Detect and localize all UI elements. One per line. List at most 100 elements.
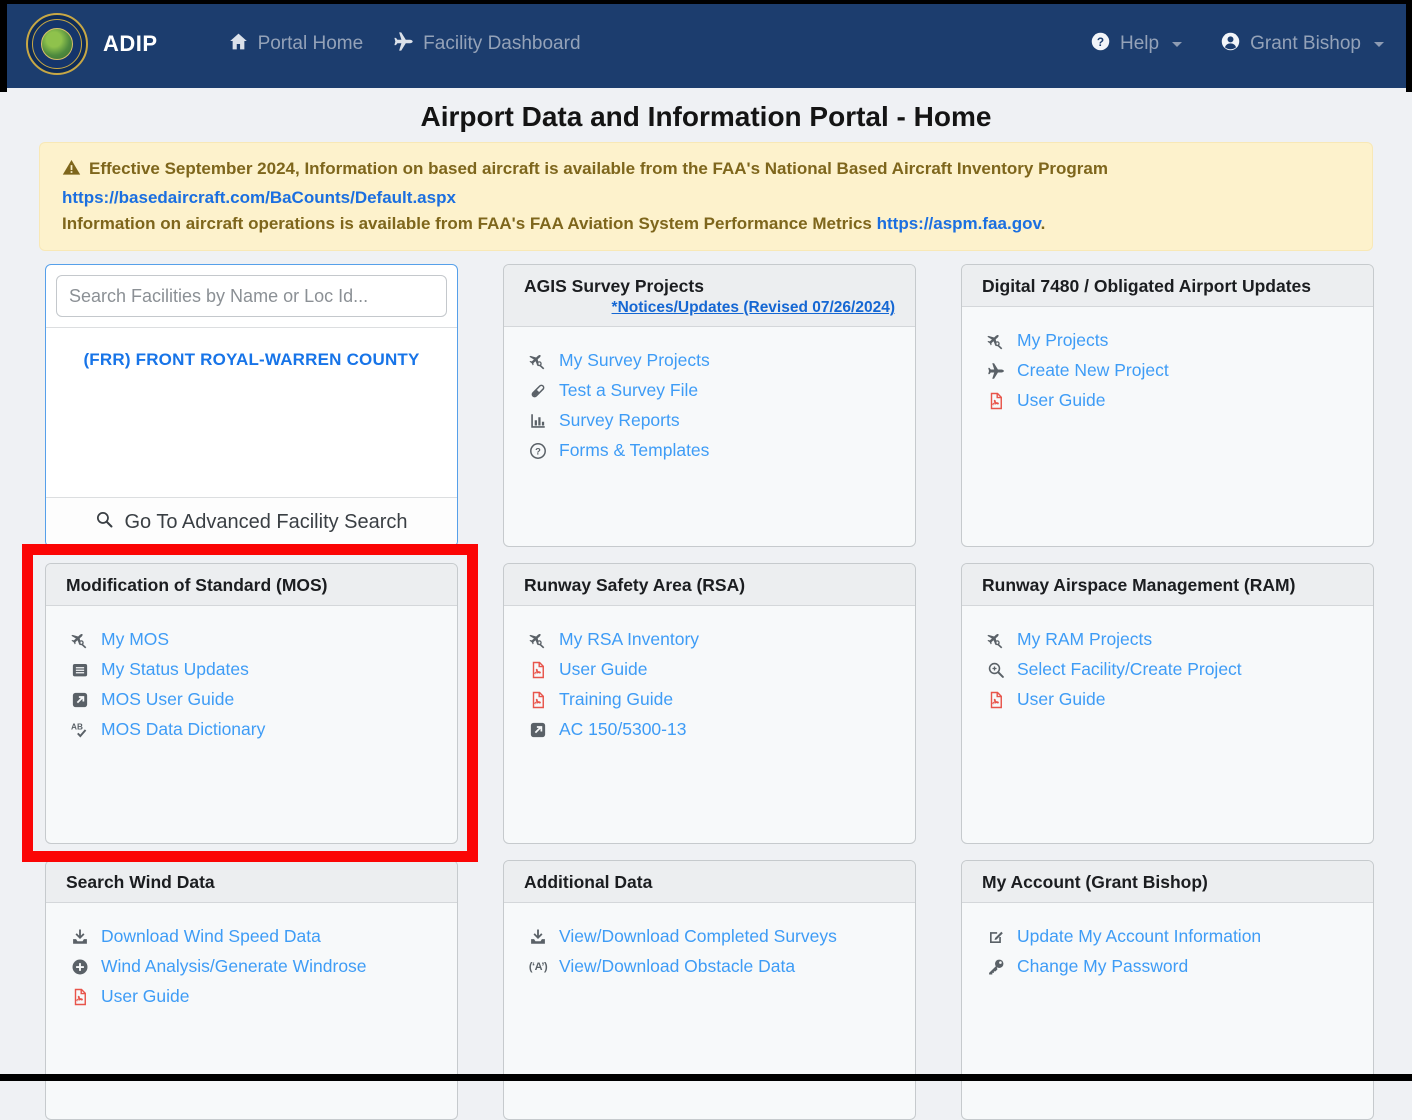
alert-banner: Effective September 2024, Information on…: [39, 142, 1373, 251]
nav-portal-home[interactable]: Portal Home: [228, 31, 364, 58]
plane-icon: [393, 31, 414, 58]
svg-text:AB: AB: [71, 722, 83, 731]
help-circle-icon: ?: [1090, 31, 1111, 58]
chevron-down-icon: [1172, 41, 1183, 52]
pdf-icon: [984, 691, 1008, 709]
alert-line-1: Effective September 2024, Information on…: [62, 156, 1350, 185]
card-title: Additional Data: [504, 861, 915, 903]
card-link[interactable]: My RSA Inventory: [559, 629, 699, 650]
card-search-wind-data: Search Wind Data Download Wind Speed Dat…: [45, 860, 458, 1120]
card-link-item: Change My Password: [984, 956, 1357, 977]
card-link[interactable]: My Status Updates: [101, 659, 249, 680]
card-link-item: My Projects: [984, 330, 1357, 351]
card-link-item: Create New Project: [984, 360, 1357, 381]
alert-line-2: https://basedaircraft.com/BaCounts/Defau…: [62, 185, 1350, 211]
card-link[interactable]: Change My Password: [1017, 956, 1188, 977]
svg-text:?: ?: [1097, 34, 1104, 48]
card-grid: (FRR) FRONT ROYAL-WARREN COUNTY Go To Ad…: [45, 264, 1412, 1120]
facility-search-input[interactable]: [56, 275, 447, 317]
card-link[interactable]: View/Download Completed Surveys: [559, 926, 837, 947]
card-title: Search Wind Data: [46, 861, 457, 903]
card-link-item: MOS User Guide: [68, 689, 441, 710]
card-link[interactable]: My Projects: [1017, 330, 1108, 351]
card-agis-survey-projects: AGIS Survey Projects *Notices/Updates (R…: [503, 264, 916, 547]
card-link[interactable]: Test a Survey File: [559, 380, 698, 401]
plane-tools-icon: [526, 631, 550, 649]
card-link[interactable]: MOS User Guide: [101, 689, 234, 710]
card-link[interactable]: Survey Reports: [559, 410, 680, 431]
card-title: Runway Safety Area (RSA): [504, 564, 915, 606]
spellcheck-icon: AB: [68, 721, 92, 739]
advanced-facility-search-label: Go To Advanced Facility Search: [124, 510, 408, 533]
card-link-item: Select Facility/Create Project: [984, 659, 1357, 680]
card-link[interactable]: User Guide: [1017, 390, 1106, 411]
obstacle-icon: (‘A’): [528, 960, 548, 973]
card-link[interactable]: My RAM Projects: [1017, 629, 1152, 650]
facility-result-link[interactable]: (FRR) FRONT ROYAL-WARREN COUNTY: [83, 350, 419, 369]
card-link[interactable]: User Guide: [101, 986, 190, 1007]
navbar: ADIP Portal Home Facility Dashboard ? He…: [0, 0, 1412, 88]
card-link-item: Update My Account Information: [984, 926, 1357, 947]
key-icon: [984, 958, 1008, 976]
window-frame-bottom: [0, 1074, 1412, 1081]
card-link[interactable]: AC 150/5300-13: [559, 719, 686, 740]
card-link[interactable]: Download Wind Speed Data: [101, 926, 321, 947]
card-link-item: User Guide: [526, 659, 899, 680]
external-link-icon: [68, 691, 92, 709]
card-link-item: User Guide: [984, 390, 1357, 411]
brand-adip: ADIP: [103, 31, 158, 56]
card-link-item: User Guide: [984, 689, 1357, 710]
card-link[interactable]: User Guide: [1017, 689, 1106, 710]
svg-text:?: ?: [535, 446, 541, 456]
card-header: AGIS Survey Projects *Notices/Updates (R…: [504, 265, 915, 327]
plane-icon: [984, 362, 1008, 380]
facility-search-card: (FRR) FRONT ROYAL-WARREN COUNTY Go To Ad…: [45, 264, 458, 547]
card-link-item: My RAM Projects: [984, 629, 1357, 650]
card-link-item: User Guide: [68, 986, 441, 1007]
card-link[interactable]: Select Facility/Create Project: [1017, 659, 1242, 680]
window-frame-right: [1406, 0, 1412, 92]
advanced-facility-search-button[interactable]: Go To Advanced Facility Search: [46, 497, 457, 546]
card-link-item: My RSA Inventory: [526, 629, 899, 650]
aspm-link[interactable]: https://aspm.faa.gov: [877, 214, 1041, 233]
card-link-item: Wind Analysis/Generate Windrose: [68, 956, 441, 977]
facility-search-results: (FRR) FRONT ROYAL-WARREN COUNTY: [46, 327, 457, 497]
pdf-icon: [68, 988, 92, 1006]
nav-portal-home-label: Portal Home: [257, 33, 364, 54]
nav-facility-dashboard[interactable]: Facility Dashboard: [393, 31, 581, 58]
card-link[interactable]: Wind Analysis/Generate Windrose: [101, 956, 367, 977]
alert-period: .: [1040, 214, 1046, 233]
nav-user-label: Grant Bishop: [1250, 33, 1361, 54]
card-link-item: My MOS: [68, 629, 441, 650]
pdf-icon: [526, 691, 550, 709]
card-link[interactable]: Create New Project: [1017, 360, 1169, 381]
card-my-account: My Account (Grant Bishop) Update My Acco…: [961, 860, 1374, 1120]
nav-user-menu[interactable]: Grant Bishop: [1220, 31, 1384, 58]
notices-updates-link[interactable]: *Notices/Updates (Revised 07/26/2024): [612, 299, 895, 316]
card-link[interactable]: User Guide: [559, 659, 648, 680]
card-link[interactable]: Forms & Templates: [559, 440, 709, 461]
download-icon: [68, 928, 92, 946]
card-link-item: Training Guide: [526, 689, 899, 710]
card-link[interactable]: My Survey Projects: [559, 350, 710, 371]
card-link-item: AC 150/5300-13: [526, 719, 899, 740]
card-title: Digital 7480 / Obligated Airport Updates: [962, 265, 1373, 307]
card-link-item: ? Forms & Templates: [526, 440, 899, 461]
user-circle-icon: [1220, 31, 1241, 58]
based-aircraft-link[interactable]: https://basedaircraft.com/BaCounts/Defau…: [62, 188, 456, 207]
card-link[interactable]: My MOS: [101, 629, 169, 650]
card-link[interactable]: View/Download Obstacle Data: [559, 956, 795, 977]
alert-line-3: Information on aircraft operations is av…: [62, 211, 1350, 237]
question-circle-icon: ?: [526, 442, 550, 460]
nav-help-menu[interactable]: ? Help: [1090, 31, 1183, 58]
plane-tools-icon: [984, 332, 1008, 350]
window-frame-left: [0, 0, 7, 92]
card-link-item: My Survey Projects: [526, 350, 899, 371]
card-link-item: Test a Survey File: [526, 380, 899, 401]
faa-seal-logo: [26, 13, 88, 75]
list-icon: [68, 661, 92, 679]
card-link[interactable]: Update My Account Information: [1017, 926, 1261, 947]
card-link[interactable]: MOS Data Dictionary: [101, 719, 265, 740]
plus-circle-icon: [68, 958, 92, 976]
card-link[interactable]: Training Guide: [559, 689, 673, 710]
